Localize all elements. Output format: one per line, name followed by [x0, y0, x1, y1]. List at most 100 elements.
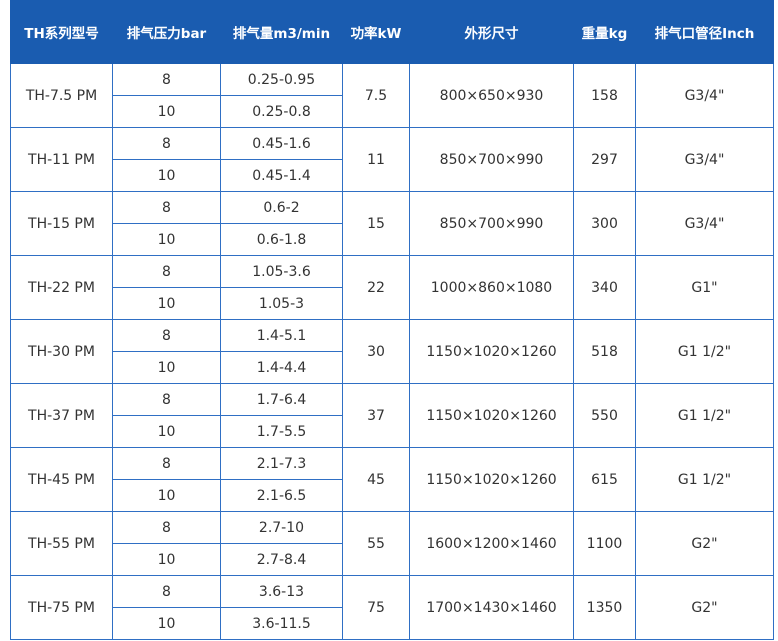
cell-pressure: 10 [112, 607, 221, 640]
cell-pressure: 10 [112, 415, 221, 448]
cell-flow: 1.4-4.4 [220, 351, 343, 384]
cell-flow: 1.7-5.5 [220, 415, 343, 448]
cell-model: TH-30 PM [10, 319, 113, 384]
cell-weight: 340 [573, 255, 636, 320]
cell-outlet: G3/4" [635, 63, 774, 128]
cell-outlet: G3/4" [635, 191, 774, 256]
header-pressure: 排气压力bar [112, 0, 221, 64]
cell-model: TH-7.5 PM [10, 63, 113, 128]
cell-outlet: G2" [635, 511, 774, 576]
cell-flow: 0.45-1.6 [220, 127, 343, 160]
cell-dimensions: 850×700×990 [409, 127, 574, 192]
header-power: 功率kW [342, 0, 410, 64]
cell-outlet: G1 1/2" [635, 319, 774, 384]
cell-pressure: 8 [112, 255, 221, 288]
cell-flow: 2.1-7.3 [220, 447, 343, 480]
cell-model: TH-11 PM [10, 127, 113, 192]
cell-pressure: 8 [112, 447, 221, 480]
cell-flow: 3.6-11.5 [220, 607, 343, 640]
cell-model: TH-37 PM [10, 383, 113, 448]
cell-pressure: 10 [112, 287, 221, 320]
table-header: TH系列型号 排气压力bar 排气量m3/min 功率kW 外形尺寸 重量kg … [10, 0, 774, 64]
cell-model: TH-22 PM [10, 255, 113, 320]
header-outlet: 排气口管径Inch [635, 0, 774, 64]
cell-dimensions: 1600×1200×1460 [409, 511, 574, 576]
table-row: TH-30 PM 8 1.4-5.1 30 1150×1020×1260 518… [10, 319, 774, 384]
cell-dimensions: 1150×1020×1260 [409, 319, 574, 384]
table-row: TH-11 PM 8 0.45-1.6 11 850×700×990 297 G… [10, 127, 774, 192]
cell-power: 45 [342, 447, 410, 512]
table-row: TH-75 PM 8 3.6-13 75 1700×1430×1460 1350… [10, 575, 774, 640]
cell-pressure: 8 [112, 511, 221, 544]
cell-flow: 0.45-1.4 [220, 159, 343, 192]
table-row: TH-45 PM 8 2.1-7.3 45 1150×1020×1260 615… [10, 447, 774, 512]
cell-power: 7.5 [342, 63, 410, 128]
cell-pressure: 8 [112, 575, 221, 608]
cell-dimensions: 850×700×990 [409, 191, 574, 256]
cell-weight: 158 [573, 63, 636, 128]
cell-pressure: 8 [112, 319, 221, 352]
cell-model: TH-55 PM [10, 511, 113, 576]
cell-power: 75 [342, 575, 410, 640]
cell-pressure: 8 [112, 127, 221, 160]
cell-pressure: 10 [112, 351, 221, 384]
cell-pressure: 10 [112, 543, 221, 576]
header-flow: 排气量m3/min [220, 0, 343, 64]
cell-flow: 1.05-3 [220, 287, 343, 320]
table-row: TH-22 PM 8 1.05-3.6 22 1000×860×1080 340… [10, 255, 774, 320]
cell-dimensions: 1150×1020×1260 [409, 447, 574, 512]
table-body: TH-7.5 PM 8 0.25-0.95 7.5 800×650×930 15… [10, 63, 774, 640]
cell-model: TH-15 PM [10, 191, 113, 256]
cell-flow: 0.6-1.8 [220, 223, 343, 256]
cell-dimensions: 1000×860×1080 [409, 255, 574, 320]
cell-flow: 2.7-8.4 [220, 543, 343, 576]
cell-pressure: 10 [112, 159, 221, 192]
cell-flow: 1.4-5.1 [220, 319, 343, 352]
cell-weight: 300 [573, 191, 636, 256]
cell-outlet: G1" [635, 255, 774, 320]
cell-power: 30 [342, 319, 410, 384]
cell-flow: 3.6-13 [220, 575, 343, 608]
cell-weight: 297 [573, 127, 636, 192]
cell-power: 22 [342, 255, 410, 320]
cell-weight: 615 [573, 447, 636, 512]
cell-flow: 1.05-3.6 [220, 255, 343, 288]
cell-flow: 2.1-6.5 [220, 479, 343, 512]
table-row: TH-7.5 PM 8 0.25-0.95 7.5 800×650×930 15… [10, 63, 774, 128]
cell-dimensions: 1150×1020×1260 [409, 383, 574, 448]
cell-weight: 1350 [573, 575, 636, 640]
spec-table: TH系列型号 排气压力bar 排气量m3/min 功率kW 外形尺寸 重量kg … [10, 0, 774, 640]
table-row: TH-15 PM 8 0.6-2 15 850×700×990 300 G3/4… [10, 191, 774, 256]
cell-pressure: 10 [112, 479, 221, 512]
cell-flow: 0.6-2 [220, 191, 343, 224]
cell-pressure: 8 [112, 383, 221, 416]
header-model: TH系列型号 [10, 0, 113, 64]
cell-dimensions: 1700×1430×1460 [409, 575, 574, 640]
cell-model: TH-45 PM [10, 447, 113, 512]
cell-weight: 550 [573, 383, 636, 448]
cell-power: 37 [342, 383, 410, 448]
cell-outlet: G1 1/2" [635, 383, 774, 448]
cell-flow: 0.25-0.95 [220, 63, 343, 96]
table-row: TH-37 PM 8 1.7-6.4 37 1150×1020×1260 550… [10, 383, 774, 448]
cell-power: 15 [342, 191, 410, 256]
table-row: TH-55 PM 8 2.7-10 55 1600×1200×1460 1100… [10, 511, 774, 576]
cell-pressure: 10 [112, 223, 221, 256]
cell-pressure: 10 [112, 95, 221, 128]
cell-weight: 1100 [573, 511, 636, 576]
cell-power: 55 [342, 511, 410, 576]
cell-power: 11 [342, 127, 410, 192]
cell-pressure: 8 [112, 191, 221, 224]
cell-weight: 518 [573, 319, 636, 384]
cell-flow: 2.7-10 [220, 511, 343, 544]
cell-dimensions: 800×650×930 [409, 63, 574, 128]
header-row: TH系列型号 排气压力bar 排气量m3/min 功率kW 外形尺寸 重量kg … [10, 0, 774, 64]
cell-outlet: G2" [635, 575, 774, 640]
cell-pressure: 8 [112, 63, 221, 96]
cell-outlet: G3/4" [635, 127, 774, 192]
cell-flow: 1.7-6.4 [220, 383, 343, 416]
header-dimensions: 外形尺寸 [409, 0, 574, 64]
cell-outlet: G1 1/2" [635, 447, 774, 512]
header-weight: 重量kg [573, 0, 636, 64]
cell-flow: 0.25-0.8 [220, 95, 343, 128]
